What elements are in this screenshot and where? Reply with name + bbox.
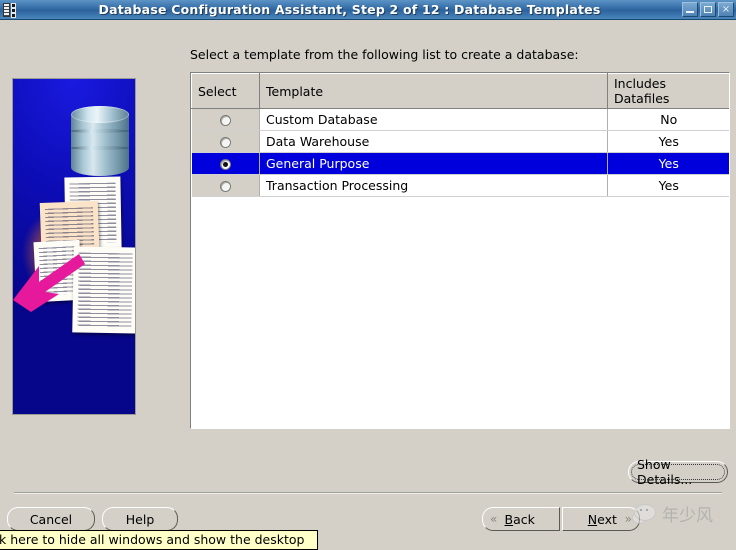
column-header-select[interactable]: Select <box>191 73 260 109</box>
template-radio-button[interactable] <box>219 181 231 192</box>
instruction-text: Select a template from the following lis… <box>190 47 579 62</box>
table-row[interactable]: Data Warehouse Yes <box>191 130 729 153</box>
show-details-button[interactable]: Show Details... <box>628 457 728 487</box>
row-radio-cell[interactable] <box>191 152 260 175</box>
table-row-selected[interactable]: General Purpose Yes <box>191 152 729 175</box>
cancel-label: Cancel <box>29 511 73 527</box>
template-radio-button[interactable] <box>219 137 231 148</box>
table-row[interactable]: Custom Database No <box>191 108 729 131</box>
next-label: Next <box>587 511 617 527</box>
wechat-watermark: 年少风 <box>632 501 713 526</box>
row-radio-cell[interactable] <box>191 130 260 153</box>
close-button[interactable]: × <box>718 2 734 17</box>
wizard-illustration <box>12 78 136 415</box>
cell-template-name: Custom Database <box>259 108 608 131</box>
close-icon: × <box>721 3 731 15</box>
column-header-template[interactable]: Template <box>259 73 608 109</box>
back-label: Back <box>504 511 535 527</box>
row-radio-cell[interactable] <box>191 174 260 197</box>
desktop-tooltip: k here to hide all windows and show the … <box>0 530 318 550</box>
cell-template-name: Transaction Processing <box>259 174 608 197</box>
cell-includes-datafiles: No <box>607 108 729 131</box>
watermark-text: 年少风 <box>662 506 713 526</box>
window-titlebar: Database Configuration Assistant, Step 2… <box>0 0 736 20</box>
database-cylinder-icon <box>71 106 129 184</box>
cell-template-name: General Purpose <box>259 152 608 175</box>
cell-includes-datafiles: Yes <box>607 130 729 153</box>
maximize-button[interactable] <box>700 2 716 17</box>
chevron-left-icon: « <box>490 512 498 526</box>
cell-includes-datafiles: Yes <box>607 152 729 175</box>
app-filmstrip-icon <box>3 2 19 18</box>
template-table[interactable]: Select Template Includes Datafiles Custo… <box>190 72 730 429</box>
help-button[interactable]: Help <box>102 507 178 531</box>
next-button[interactable]: Next » <box>562 507 640 531</box>
help-label: Help <box>125 511 155 527</box>
template-radio-button[interactable] <box>219 115 231 126</box>
chevron-right-icon: » <box>624 512 632 526</box>
navigation-buttons: « Back Next » <box>482 507 640 531</box>
window-controls: × <box>682 2 734 17</box>
cancel-button[interactable]: Cancel <box>7 507 95 531</box>
row-radio-cell[interactable] <box>191 108 260 131</box>
column-header-includes-datafiles[interactable]: Includes Datafiles <box>607 73 729 109</box>
table-header-row: Select Template Includes Datafiles <box>191 73 729 109</box>
pink-arrow-icon <box>13 244 85 312</box>
template-radio-button-selected[interactable] <box>219 159 231 170</box>
window-title: Database Configuration Assistant, Step 2… <box>98 2 601 17</box>
cell-template-name: Data Warehouse <box>259 130 608 153</box>
dialog-body: Select a template from the following lis… <box>0 21 736 550</box>
footer-separator <box>14 492 722 494</box>
show-details-label: Show Details... <box>637 457 693 487</box>
cell-includes-datafiles: Yes <box>607 174 729 197</box>
minimize-button[interactable] <box>682 2 698 17</box>
table-row[interactable]: Transaction Processing Yes <box>191 174 729 197</box>
back-button[interactable]: « Back <box>482 507 560 531</box>
